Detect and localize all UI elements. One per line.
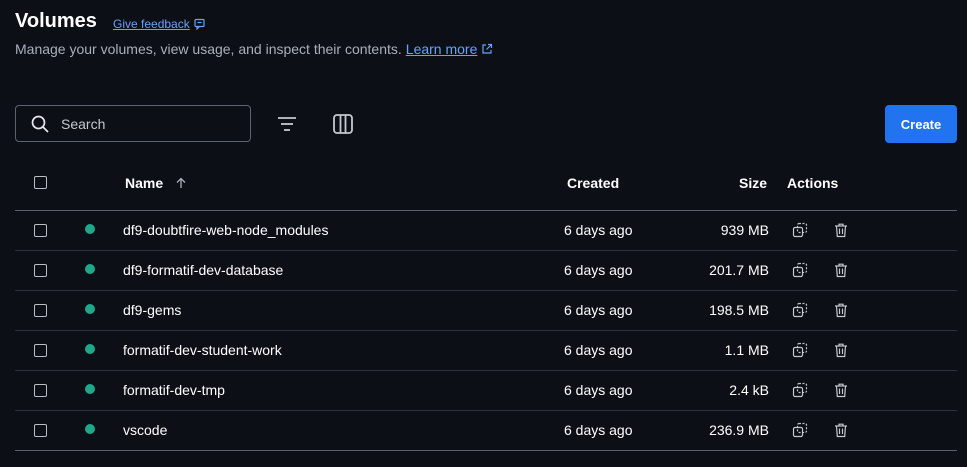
clone-icon — [792, 262, 808, 278]
volume-name[interactable]: df9-formatif-dev-database — [123, 262, 283, 278]
page-title: Volumes — [15, 10, 97, 32]
in-use-status-dot — [85, 264, 95, 274]
delete-button[interactable] — [833, 422, 849, 438]
table-row[interactable]: df9-gems 6 days ago 198.5 MB — [15, 291, 957, 331]
in-use-status-dot — [85, 424, 95, 434]
feedback-icon — [194, 18, 205, 30]
trash-icon — [835, 263, 847, 278]
column-header-created[interactable]: Created — [567, 175, 619, 191]
clone-icon — [792, 222, 808, 238]
filter-icon — [278, 117, 296, 131]
clone-button[interactable] — [792, 262, 808, 278]
column-header-actions: Actions — [787, 175, 839, 191]
clone-icon — [792, 382, 808, 398]
search-icon — [31, 115, 49, 133]
row-checkbox[interactable] — [34, 384, 47, 397]
clone-button[interactable] — [792, 302, 808, 318]
give-feedback-label: Give feedback — [113, 17, 190, 31]
filter-button[interactable] — [274, 111, 300, 137]
clone-icon — [792, 422, 808, 438]
volume-created: 6 days ago — [564, 222, 633, 238]
volume-name[interactable]: formatif-dev-student-work — [123, 342, 282, 358]
volumes-page: Volumes Give feedback Manage your volume… — [0, 0, 967, 467]
table-row[interactable]: formatif-dev-student-work 6 days ago 1.1… — [15, 331, 957, 371]
volume-created: 6 days ago — [564, 302, 633, 318]
delete-button[interactable] — [833, 382, 849, 398]
table-body: df9-doubtfire-web-node_modules 6 days ag… — [15, 211, 957, 451]
volume-created: 6 days ago — [564, 422, 633, 438]
trash-icon — [835, 303, 847, 318]
trash-icon — [835, 343, 847, 358]
clone-button[interactable] — [792, 422, 808, 438]
volume-name[interactable]: formatif-dev-tmp — [123, 382, 225, 398]
volume-size: 939 MB — [720, 222, 769, 238]
volume-size: 201.7 MB — [709, 262, 769, 278]
clone-button[interactable] — [792, 222, 808, 238]
volume-size: 1.1 MB — [724, 342, 769, 358]
search-field[interactable] — [15, 105, 251, 142]
row-checkbox[interactable] — [34, 424, 47, 437]
table-row[interactable]: formatif-dev-tmp 6 days ago 2.4 kB — [15, 371, 957, 411]
subtitle-text: Manage your volumes, view usage, and ins… — [15, 41, 402, 57]
columns-icon — [333, 114, 353, 134]
select-all-checkbox[interactable] — [34, 176, 47, 189]
row-checkbox[interactable] — [34, 264, 47, 277]
in-use-status-dot — [85, 224, 95, 234]
search-input[interactable] — [61, 115, 241, 132]
table-row[interactable]: vscode 6 days ago 236.9 MB — [15, 411, 957, 451]
sort-ascending-icon — [175, 176, 187, 192]
volume-size: 2.4 kB — [729, 382, 769, 398]
volumes-table: Name Created Size Actions df9-doubtfire-… — [15, 163, 957, 451]
learn-more-link[interactable]: Learn more — [406, 41, 494, 57]
give-feedback-link[interactable]: Give feedback — [113, 17, 206, 31]
volume-name[interactable]: df9-gems — [123, 302, 181, 318]
in-use-status-dot — [85, 384, 95, 394]
table-row[interactable]: df9-doubtfire-web-node_modules 6 days ag… — [15, 211, 957, 251]
trash-icon — [835, 223, 847, 238]
learn-more-label: Learn more — [405, 41, 478, 57]
page-subtitle: Manage your volumes, view usage, and ins… — [15, 41, 493, 57]
column-header-size[interactable]: Size — [739, 175, 767, 191]
volume-size: 198.5 MB — [709, 302, 769, 318]
create-button[interactable]: Create — [885, 105, 957, 143]
columns-button[interactable] — [330, 111, 356, 137]
clone-button[interactable] — [792, 382, 808, 398]
in-use-status-dot — [85, 304, 95, 314]
volume-created: 6 days ago — [564, 262, 633, 278]
volume-created: 6 days ago — [564, 382, 633, 398]
trash-icon — [835, 383, 847, 398]
column-header-name[interactable]: Name — [125, 175, 187, 192]
volume-name[interactable]: df9-doubtfire-web-node_modules — [123, 222, 328, 238]
clone-icon — [792, 302, 808, 318]
volume-name[interactable]: vscode — [123, 422, 167, 438]
delete-button[interactable] — [833, 262, 849, 278]
delete-button[interactable] — [833, 342, 849, 358]
column-name-label: Name — [125, 175, 164, 191]
row-checkbox[interactable] — [34, 304, 47, 317]
in-use-status-dot — [85, 344, 95, 354]
row-checkbox[interactable] — [34, 224, 47, 237]
volume-size: 236.9 MB — [709, 422, 769, 438]
table-header: Name Created Size Actions — [15, 163, 957, 211]
clone-icon — [792, 342, 808, 358]
volume-created: 6 days ago — [564, 342, 633, 358]
table-row[interactable]: df9-formatif-dev-database 6 days ago 201… — [15, 251, 957, 291]
delete-button[interactable] — [833, 222, 849, 238]
trash-icon — [835, 423, 847, 438]
clone-button[interactable] — [792, 342, 808, 358]
row-checkbox[interactable] — [34, 344, 47, 357]
delete-button[interactable] — [833, 302, 849, 318]
external-link-icon — [482, 43, 493, 54]
